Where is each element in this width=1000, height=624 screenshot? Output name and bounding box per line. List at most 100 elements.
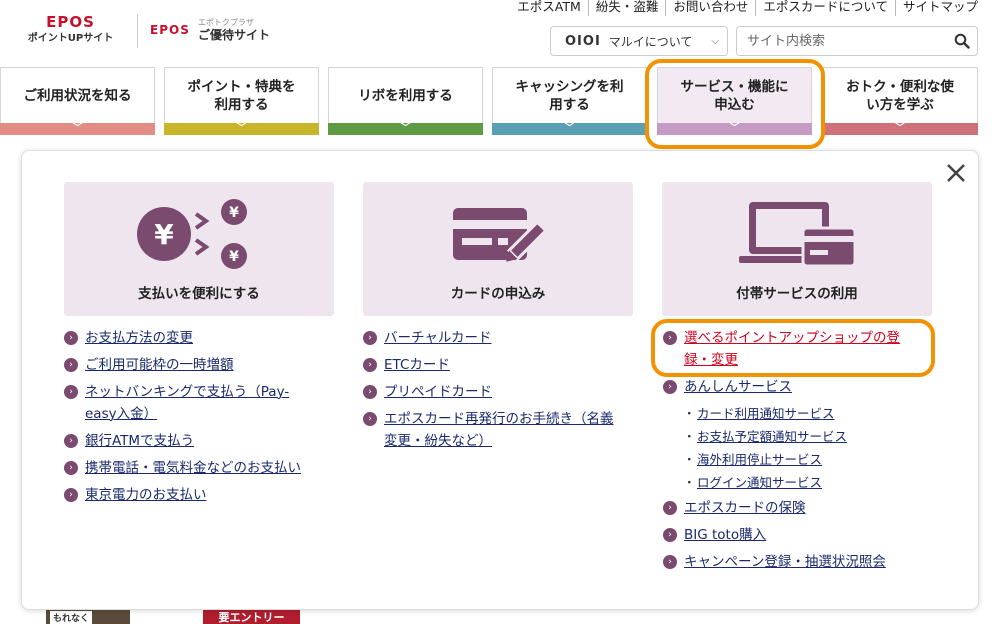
list-item[interactable]: › プリペイドカード [363,381,633,403]
svg-text:¥: ¥ [154,218,174,251]
nav-usage-status[interactable]: ご利用状況を知る ﹀ [0,67,155,135]
sitemap-link[interactable]: サイトマップ [894,0,978,16]
chevron-right-icon: › [663,380,677,394]
list-item[interactable]: › エポスカードの保険 [663,497,933,519]
nav-label: リボを利用する [358,87,453,104]
nav-label: キャッシングを利用する [515,78,624,113]
list-item[interactable]: › バーチャルカード [363,327,633,349]
campaign-thumbnail[interactable]: もれなく [46,610,130,624]
chevron-right-icon: › [64,434,78,448]
epotoku-plaza-label: エポトクプラザ [197,18,254,27]
lost-stolen-link[interactable]: 紛失・盗難 [587,0,666,16]
list-item[interactable]: › 銀行ATMで支払う [64,430,334,452]
marui-logo: OIOI [565,33,601,49]
site-search [736,26,978,56]
epos-logo-text-small: EPOS [150,23,190,37]
list-item[interactable]: › お支払方法の変更 [64,327,334,349]
chevron-right-icon: › [64,331,78,345]
virtual-card-link[interactable]: バーチャルカード [384,327,491,349]
nav-apply-services[interactable]: サービス・機能に申込む ﹀ [657,67,812,135]
list-item[interactable]: › 選べるポイントアップショップの登録・変更 [663,327,933,371]
etc-card-link[interactable]: ETCカード [384,354,450,376]
payment-convenience-card[interactable]: ¥ ¥ ¥ 支払いを便利にする [64,182,334,316]
list-item[interactable]: › 携帯電話・電気料金などのお支払い [64,457,334,479]
marui-dropdown-label: マルイについて [608,34,693,49]
card-application-card[interactable]: カードの申込み [363,182,633,316]
svg-text:¥: ¥ [229,249,239,265]
anshin-service-link[interactable]: あんしんサービス [684,376,792,398]
pointup-site-label: ポイントUPサイト [27,33,114,44]
nav-points-benefits[interactable]: ポイント・特典を利用する ﹀ [164,67,319,135]
nav-label: ご利用状況を知る [23,87,132,104]
pointup-shop-registration-link[interactable]: 選べるポイントアップショップの登録・変更 [684,327,924,371]
nav-tips-learn[interactable]: おトク・便利な使い方を学ぶ ﹀ [822,67,978,135]
chevron-right-icon: › [64,488,78,502]
chevron-down-icon: ﹀ [895,123,905,134]
anshin-sublist: ・カード利用通知サービス ・お支払予定額通知サービス ・海外利用停止サービス ・… [683,403,933,493]
payment-method-change-link[interactable]: お支払方法の変更 [85,327,193,349]
epos-logo-text: EPOS [46,13,95,31]
card-title: 付帯サービスの利用 [736,286,858,302]
utility-links: エポスATM 紛失・盗難 お問い合わせ エポスカードについて サイトマップ [510,0,978,16]
close-icon[interactable] [941,158,971,188]
card-reissue-link[interactable]: エポスカード再発行のお手続き（名義変更・紛失など） [384,408,614,452]
chevron-right-icon: › [363,385,377,399]
chevron-down-icon: ﹀ [729,123,740,134]
epotoku-plaza-logo[interactable]: EPOS エポトクプラザ ご優待サイト [150,18,270,42]
nav-revolving[interactable]: リボを利用する ﹀ [328,67,483,135]
list-item[interactable]: › ご利用可能枠の一時増額 [64,354,334,376]
phone-electric-link[interactable]: 携帯電話・電気料金などのお支払い [85,457,301,479]
list-item[interactable]: › エポスカード再発行のお手続き（名義変更・紛失など） [363,408,633,452]
all-get-badge: もれなく [50,611,93,624]
computer-card-icon [662,198,932,270]
list-item[interactable]: › 東京電力のお支払い [64,484,334,506]
list-item[interactable]: › BIG toto購入 [663,524,933,546]
list-item[interactable]: › あんしんサービス [663,376,933,398]
bank-atm-link[interactable]: 銀行ATMで支払う [85,430,194,452]
chevron-right-icon: › [64,461,78,475]
usage-notification-link[interactable]: カード利用通知サービス [697,403,835,424]
additional-services-card[interactable]: 付帯サービスの利用 [662,182,932,316]
marui-dropdown[interactable]: OIOI マルイについて ⌵ [550,26,728,56]
temporary-limit-increase-link[interactable]: ご利用可能枠の一時増額 [85,354,234,376]
tepco-link[interactable]: 東京電力のお支払い [85,484,207,506]
chevron-down-icon: ﹀ [72,123,83,134]
list-item[interactable]: › ネットバンキングで支払う（Pay-easy入金） [64,381,334,425]
chevron-right-icon: › [663,331,677,345]
payment-amount-notification-link[interactable]: お支払予定額通知サービス [697,426,847,447]
list-item[interactable]: ・ログイン通知サービス [683,472,933,493]
payment-links: › お支払方法の変更 › ご利用可能枠の一時増額 › ネットバンキングで支払う（Pay… [64,327,334,511]
chevron-right-icon: › [663,528,677,542]
chevron-right-icon: › [663,501,677,515]
about-card-link[interactable]: エポスカードについて [755,0,895,16]
card-insurance-link[interactable]: エポスカードの保険 [684,497,806,519]
net-banking-link[interactable]: ネットバンキングで支払う（Pay-easy入金） [85,381,315,425]
chevron-down-icon: ⌵ [711,35,719,47]
search-icon[interactable] [947,27,977,55]
list-item[interactable]: ・カード利用通知サービス [683,403,933,424]
nav-label: サービス・機能に申込む [680,78,789,113]
search-input[interactable] [737,27,947,55]
list-item[interactable]: › ETCカード [363,354,633,376]
chevron-right-icon: › [64,385,78,399]
chevron-right-icon: › [663,555,677,569]
overseas-stop-link[interactable]: 海外利用停止サービス [697,449,822,470]
entry-required-badge[interactable]: 要エントリー [203,610,300,624]
nav-cashing[interactable]: キャッシングを利用する ﹀ [492,67,647,135]
campaign-registration-link[interactable]: キャンペーン登録・抽選状況照会 [684,551,886,573]
epos-pointup-logo[interactable]: EPOS ポイントUPサイト [18,14,123,45]
atm-link[interactable]: エポスATM [510,0,588,16]
list-item[interactable]: ・お支払予定額通知サービス [683,426,933,447]
big-toto-link[interactable]: BIG toto購入 [684,524,766,546]
list-item[interactable]: › キャンペーン登録・抽選状況照会 [663,551,933,573]
contact-link[interactable]: お問い合わせ [665,0,755,16]
chevron-down-icon: ﹀ [564,123,575,134]
nav-label: おトク・便利な使い方を学ぶ [846,78,954,113]
prepaid-card-link[interactable]: プリペイドカード [384,381,492,403]
chevron-right-icon: › [363,412,377,426]
chevron-right-icon: › [363,358,377,372]
yen-split-icon: ¥ ¥ ¥ [64,198,334,270]
list-item[interactable]: ・海外利用停止サービス [683,449,933,470]
nav-color-bar: ﹀ [328,123,483,135]
login-notification-link[interactable]: ログイン通知サービス [697,472,822,493]
